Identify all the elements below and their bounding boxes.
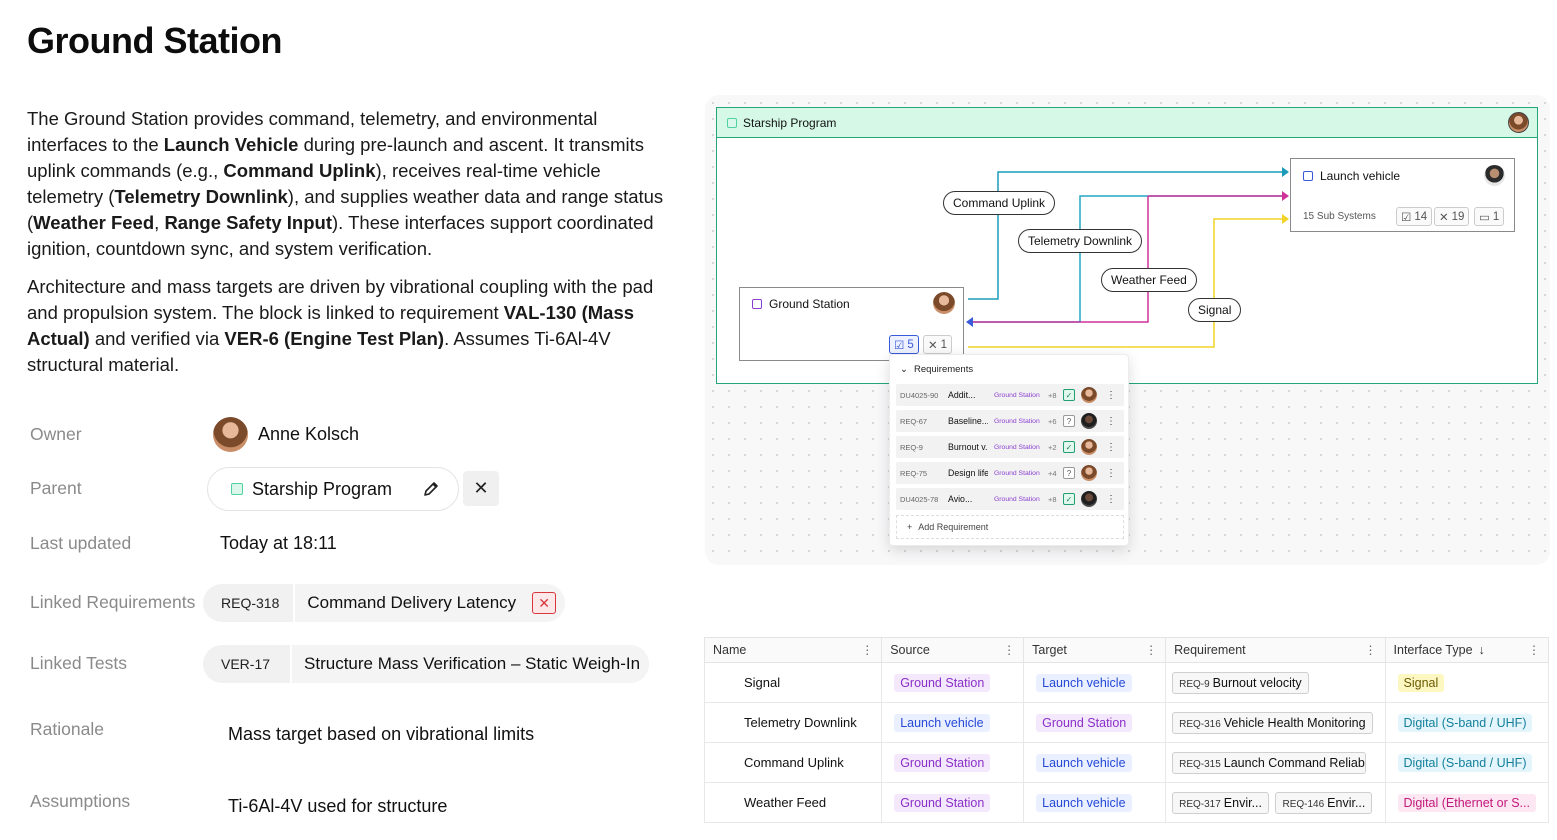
block-icon xyxy=(752,299,762,309)
source-tag[interactable]: Ground Station xyxy=(894,793,991,812)
block-icon xyxy=(1303,171,1313,181)
source-tag[interactable]: Launch vehicle xyxy=(894,713,990,732)
column-header-name[interactable]: Name ⋮ xyxy=(703,637,883,663)
target-tag[interactable]: Ground Station xyxy=(1036,713,1133,732)
links-badge[interactable]: ✕ 1 xyxy=(923,335,953,354)
interface-type-tag[interactable]: Digital (S-band / UHF) xyxy=(1397,713,1533,732)
node-title: Ground Station xyxy=(769,297,850,311)
avatar xyxy=(1081,439,1097,455)
link-icon: ✕ xyxy=(1439,211,1449,224)
requirement-tag[interactable]: REQ-317 Envir... xyxy=(1172,791,1269,814)
verified-check-icon: ✓ xyxy=(1063,493,1075,505)
sort-down-arrow-icon[interactable]: ↓ xyxy=(1479,643,1485,657)
more-vertical-icon[interactable]: ⋮ xyxy=(1003,643,1015,657)
column-header-source[interactable]: Source ⋮ xyxy=(881,637,1025,663)
link-icon: ✕ xyxy=(928,339,938,352)
verified-check-icon: ✓ xyxy=(1063,441,1075,453)
requirement-tag[interactable]: REQ-146 Envir... xyxy=(1275,791,1373,814)
edge-label-signal[interactable]: Signal xyxy=(1188,298,1242,322)
interface-type-tag[interactable]: Signal xyxy=(1397,673,1445,692)
avatar xyxy=(1081,413,1097,429)
node-owner-avatar xyxy=(933,292,955,314)
checkbox-icon: ☑ xyxy=(1401,211,1412,224)
document-icon: ▭ xyxy=(1479,211,1490,224)
edge-label-weather-feed[interactable]: Weather Feed xyxy=(1101,268,1197,292)
requirements-badge[interactable]: ☑ 5 xyxy=(889,335,919,354)
more-vertical-icon[interactable]: ⋮ xyxy=(861,643,873,657)
avatar xyxy=(1081,465,1097,481)
checkbox-icon: ☑ xyxy=(894,339,905,352)
edge-label-command-uplink[interactable]: Command Uplink xyxy=(943,191,1056,215)
avatar xyxy=(1081,491,1097,507)
ground-station-node[interactable]: Ground Station ☑ 5 ✕ 1 xyxy=(739,287,964,361)
arrowhead-icon xyxy=(1282,191,1289,201)
table-row[interactable]: Command Uplink Ground Station Launch veh… xyxy=(703,742,1550,783)
cell-name: Command Uplink xyxy=(703,742,883,783)
subsystems-count: 15 Sub Systems xyxy=(1303,211,1376,222)
more-vertical-icon[interactable]: ⋮ xyxy=(1528,643,1540,657)
cell-name: Weather Feed xyxy=(703,782,883,823)
more-vertical-icon[interactable]: ⋮ xyxy=(1365,643,1377,657)
cell-name: Signal xyxy=(703,662,883,703)
popup-header[interactable]: ⌄ Requirements xyxy=(900,364,973,375)
column-header-requirement[interactable]: Requirement ⋮ xyxy=(1165,637,1386,663)
requirement-tag[interactable]: REQ-315 Launch Command Reliab... xyxy=(1172,751,1367,774)
interface-type-tag[interactable]: Digital (S-band / UHF) xyxy=(1397,753,1533,772)
more-vertical-icon[interactable]: ⋮ xyxy=(1106,390,1116,401)
table-header-row: Name ⋮ Source ⋮ Target ⋮ Requirement ⋮ Inter… xyxy=(703,637,1550,663)
unknown-status-icon: ? xyxy=(1063,415,1075,427)
source-tag[interactable]: Ground Station xyxy=(894,673,991,692)
more-vertical-icon[interactable]: ⋮ xyxy=(1106,468,1116,479)
documents-badge[interactable]: ▭ 1 xyxy=(1474,207,1505,226)
more-vertical-icon[interactable]: ⋮ xyxy=(1106,442,1116,453)
cell-name: Telemetry Downlink xyxy=(703,702,883,743)
interfaces-table: Name ⋮ Source ⋮ Target ⋮ Requirement ⋮ Inter… xyxy=(703,637,1550,823)
links-badge[interactable]: ✕ 19 xyxy=(1434,207,1470,226)
target-tag[interactable]: Launch vehicle xyxy=(1036,673,1132,692)
column-header-interface-type[interactable]: Interface Type ↓ ⋮ xyxy=(1384,637,1550,663)
requirements-badge[interactable]: ☑ 14 xyxy=(1396,207,1433,226)
interface-type-tag[interactable]: Digital (Ethernet or S... xyxy=(1397,793,1536,812)
more-vertical-icon[interactable]: ⋮ xyxy=(1106,416,1116,427)
table-row[interactable]: Signal Ground Station Launch vehicle REQ… xyxy=(703,662,1550,703)
requirement-tag[interactable]: REQ-9 Burnout velocity xyxy=(1172,671,1309,694)
launch-vehicle-node[interactable]: Launch vehicle 15 Sub Systems ☑ 14 ✕ 19 ▭ 1 xyxy=(1290,158,1515,232)
unknown-status-icon: ? xyxy=(1063,467,1075,479)
more-vertical-icon[interactable]: ⋮ xyxy=(1145,643,1157,657)
plus-icon: + xyxy=(907,522,913,532)
arrowhead-icon xyxy=(1282,167,1289,177)
verified-check-icon: ✓ xyxy=(1063,389,1075,401)
source-tag[interactable]: Ground Station xyxy=(894,753,991,772)
avatar xyxy=(1081,387,1097,403)
arrowhead-icon xyxy=(966,317,973,327)
table-row[interactable]: Weather Feed Ground Station Launch vehic… xyxy=(703,782,1550,823)
node-owner-avatar xyxy=(1484,165,1505,186)
requirement-tag[interactable]: REQ-316 Vehicle Health Monitoring xyxy=(1172,711,1373,734)
target-tag[interactable]: Launch vehicle xyxy=(1036,753,1132,772)
node-title: Launch vehicle xyxy=(1320,169,1401,183)
requirement-row[interactable]: REQ-67 Baseline... Ground Station +6 ? ⋮ xyxy=(896,410,1124,432)
edge-label-telemetry-downlink[interactable]: Telemetry Downlink xyxy=(1018,229,1143,253)
chevron-down-icon: ⌄ xyxy=(900,364,908,375)
table-row[interactable]: Telemetry Downlink Launch vehicle Ground… xyxy=(703,702,1550,743)
arrowhead-icon xyxy=(1282,214,1289,224)
requirement-row[interactable]: DU4025-78 Avio... Ground Station +8 ✓ ⋮ xyxy=(896,488,1124,510)
target-tag[interactable]: Launch vehicle xyxy=(1036,793,1132,812)
requirement-row[interactable]: REQ-75 Design life Ground Station +4 ? ⋮ xyxy=(896,462,1124,484)
requirements-popup[interactable]: ⌄ Requirements DU4025-90 Addit... Ground … xyxy=(889,354,1129,546)
requirement-row[interactable]: REQ-9 Burnout v... Ground Station +2 ✓ ⋮ xyxy=(896,436,1124,458)
column-header-target[interactable]: Target ⋮ xyxy=(1023,637,1167,663)
more-vertical-icon[interactable]: ⋮ xyxy=(1106,494,1116,505)
requirement-row[interactable]: DU4025-90 Addit... Ground Station +8 ✓ ⋮ xyxy=(896,384,1124,406)
add-requirement-button[interactable]: + Add Requirement xyxy=(896,515,1124,539)
